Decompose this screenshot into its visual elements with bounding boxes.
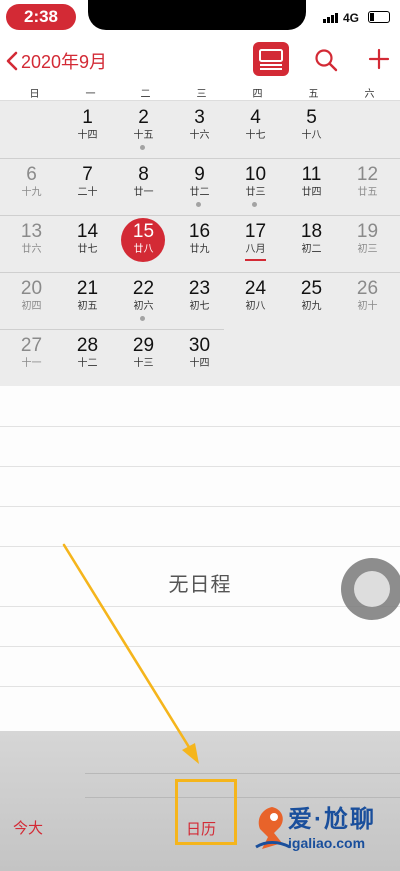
watermark-url: igaliao.com xyxy=(288,835,366,851)
watermark-logo-icon xyxy=(255,807,291,849)
watermark: 爱·尬聊 igaliao.com xyxy=(252,797,400,857)
annotation-arrow-icon xyxy=(62,543,199,764)
watermark-title: 爱·尬聊 xyxy=(288,806,376,833)
